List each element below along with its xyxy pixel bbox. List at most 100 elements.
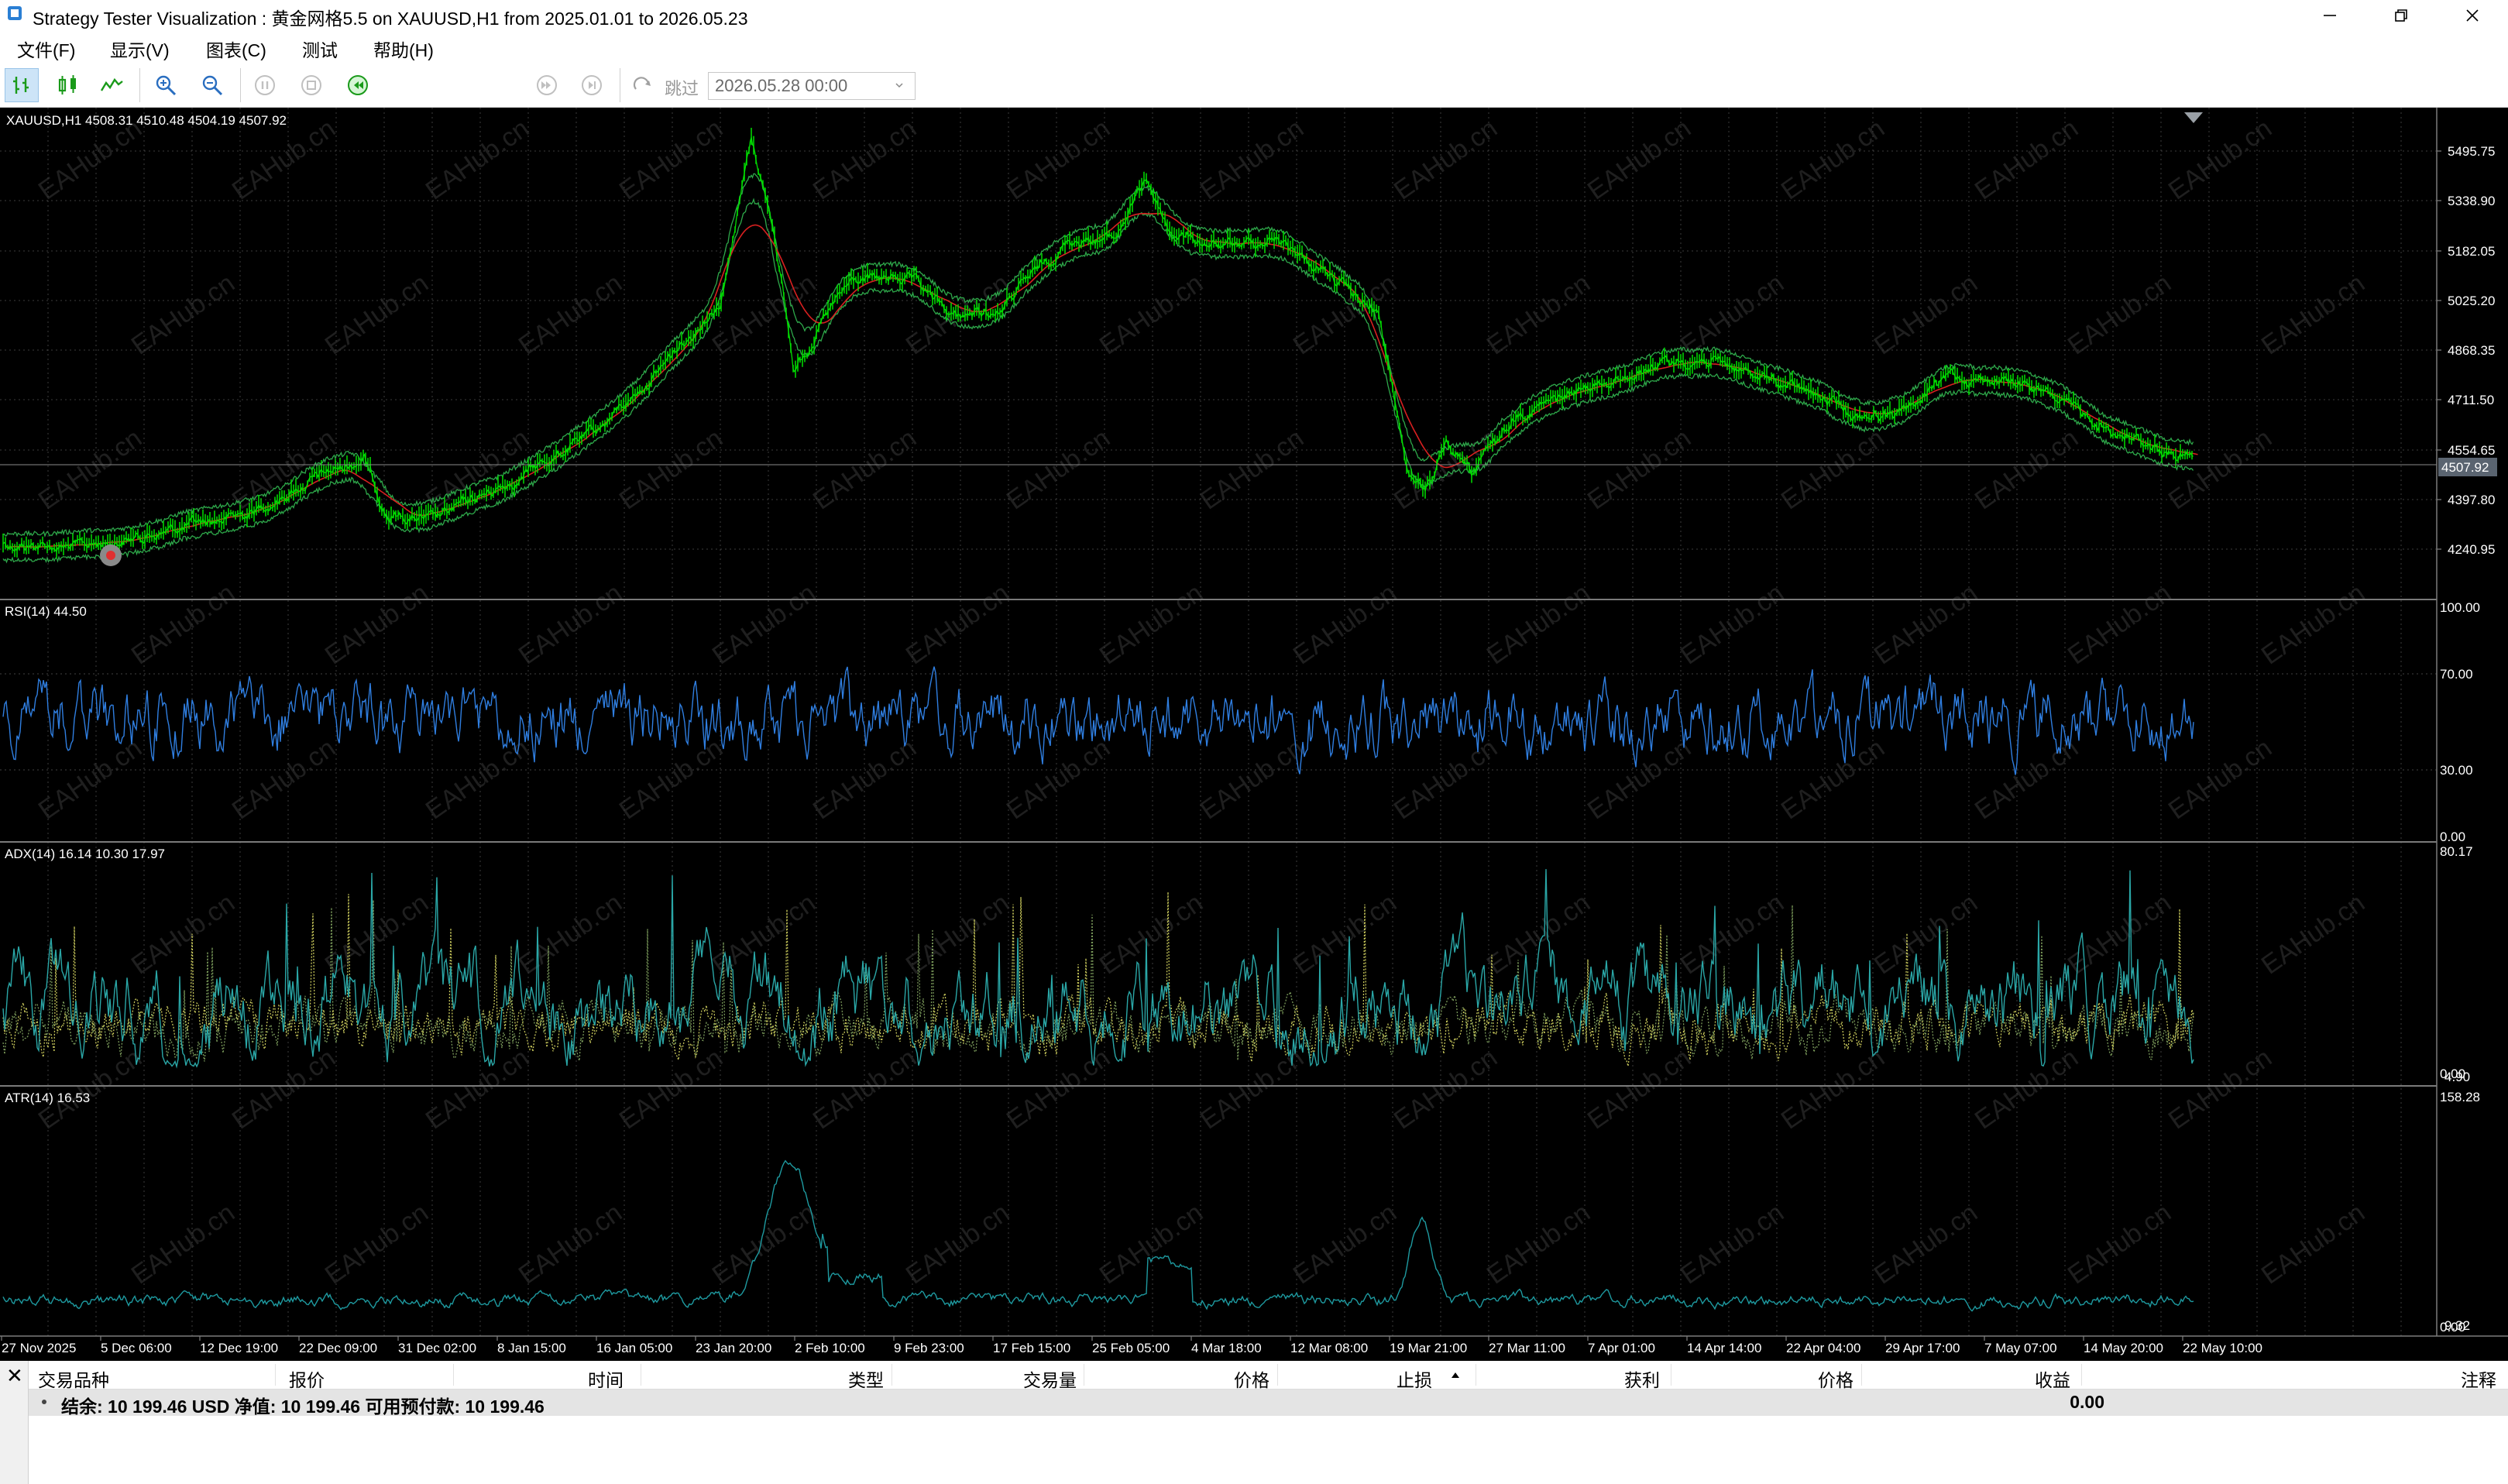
step-button[interactable] <box>575 68 609 102</box>
col-price[interactable]: 价格 <box>1234 1365 1269 1392</box>
pause-button[interactable] <box>248 68 282 102</box>
toolbox-close-button[interactable]: ✕ <box>0 1361 29 1484</box>
time-tick-label: 29 Apr 17:00 <box>1885 1341 1960 1355</box>
menu-bar: 文件(F) 显示(V) 图表(C) 测试 帮助(H) <box>0 31 2508 62</box>
watermark-text: EAHub.cn <box>1288 888 1402 981</box>
col-type[interactable]: 类型 <box>848 1365 884 1392</box>
adx-pane-label: ADX(14) 16.14 10.30 17.97 <box>5 847 165 861</box>
watermark-text: EAHub.cn <box>1001 424 1115 516</box>
watermark-text: EAHub.cn <box>1001 1043 1115 1135</box>
price-tick-label: 5025.20 <box>2448 294 2495 308</box>
col-comment[interactable]: 注释 <box>2461 1365 2496 1392</box>
rsi-tick-label: 0.00 <box>2440 830 2465 844</box>
balance-row[interactable]: 结余: 10 199.46 USD 净值: 10 199.46 可用预付款: 1… <box>29 1390 2508 1417</box>
line-chart-button[interactable] <box>94 68 129 102</box>
menu-view[interactable]: 显示(V) <box>110 36 170 62</box>
chevron-down-icon[interactable] <box>895 81 903 89</box>
menu-help[interactable]: 帮助(H) <box>373 36 434 62</box>
stop-button[interactable] <box>294 68 328 102</box>
balance-profit: 0.00 <box>2070 1392 2104 1412</box>
price-tick-label: 4868.35 <box>2448 343 2495 358</box>
menu-file[interactable]: 文件(F) <box>17 36 75 62</box>
watermark-text: EAHub.cn <box>320 579 434 671</box>
maximize-button[interactable] <box>2365 0 2437 31</box>
chart-canvas[interactable]: EAHub.cn EAHub.cn EAHub.cn EAHub.cn EAHub.cn… <box>0 108 2508 1361</box>
chart-area[interactable]: EAHub.cn EAHub.cn EAHub.cn EAHub.cn EAHub.cn… <box>0 108 2508 1361</box>
watermark-text: EAHub.cn <box>1970 733 2084 826</box>
trade-table-header: 交易品种 报价 时间 类型 交易量 价格 止损 获利 价格 收益 注释 <box>29 1361 2508 1390</box>
skip-button[interactable] <box>626 68 660 102</box>
menu-test[interactable]: 测试 <box>302 36 338 62</box>
price-tick-label: 5495.75 <box>2448 144 2495 159</box>
watermark-text: EAHub.cn <box>320 269 434 361</box>
skip-date-input[interactable] <box>708 72 916 100</box>
watermark-text: EAHub.cn <box>1001 114 1115 206</box>
watermark-text: EAHub.cn <box>1869 269 1983 361</box>
adx-tick-label: 80.17 <box>2440 844 2473 859</box>
slow-down-button[interactable] <box>341 68 375 102</box>
watermark-text: EAHub.cn <box>1582 114 1696 206</box>
bar-chart-button[interactable] <box>5 68 39 102</box>
minimize-icon <box>2324 15 2336 16</box>
close-button[interactable] <box>2437 0 2508 31</box>
menu-charts[interactable]: 图表(C) <box>206 36 266 62</box>
current-price-label: 4507.92 <box>2441 460 2489 475</box>
watermark-text: EAHub.cn <box>614 1043 728 1135</box>
watermark-text: EAHub.cn <box>126 579 240 671</box>
zoom-in-button[interactable] <box>149 68 183 102</box>
col-volume[interactable]: 交易量 <box>1023 1365 1077 1392</box>
watermark-text: EAHub.cn <box>901 579 1015 671</box>
atr-pane <box>2 1159 2194 1312</box>
watermark-text: EAHub.cn <box>2063 579 2176 671</box>
col-ticket[interactable]: 报价 <box>289 1365 325 1392</box>
column-divider[interactable] <box>275 1364 276 1386</box>
trade-marker[interactable] <box>100 544 122 566</box>
watermark-text: EAHub.cn <box>707 1198 821 1290</box>
rsi-tick-label: 30.00 <box>2440 763 2473 778</box>
watermark-text: EAHub.cn <box>1582 424 1696 516</box>
time-tick-label: 9 Feb 23:00 <box>894 1341 964 1355</box>
watermark-text: EAHub.cn <box>614 424 728 516</box>
close-icon <box>2466 9 2479 22</box>
watermark-text: EAHub.cn <box>1482 1198 1596 1290</box>
envelope-lower <box>2 198 2194 564</box>
atr-pane-label: ATR(14) 16.53 <box>5 1091 90 1105</box>
watermark-text: EAHub.cn <box>1389 733 1503 826</box>
zoom-out-button[interactable] <box>195 68 229 102</box>
watermark-text: EAHub.cn <box>1675 269 1789 361</box>
trade-list-area[interactable] <box>29 1416 2508 1484</box>
column-divider[interactable] <box>453 1364 454 1386</box>
col-symbol[interactable]: 交易品种 <box>38 1365 109 1392</box>
col-take-profit[interactable]: 获利 <box>1624 1365 1660 1392</box>
fast-forward-button[interactable] <box>530 68 564 102</box>
time-tick-label: 12 Mar 08:00 <box>1290 1341 1368 1355</box>
price-tick-label: 4711.50 <box>2448 393 2494 407</box>
chart-shift-marker[interactable] <box>2184 112 2203 123</box>
zoom-out-icon <box>202 75 223 96</box>
time-tick-label: 22 Dec 09:00 <box>299 1341 377 1355</box>
col-price-current[interactable]: 价格 <box>1818 1365 1854 1392</box>
col-time[interactable]: 时间 <box>588 1365 624 1392</box>
zoom-in-icon <box>156 75 177 96</box>
candlestick-button[interactable] <box>51 68 85 102</box>
col-stop-loss[interactable]: 止损 <box>1397 1365 1432 1392</box>
minimize-button[interactable] <box>2294 0 2365 31</box>
price-tick-label: 5338.90 <box>2448 194 2495 208</box>
time-tick-label: 16 Jan 05:00 <box>596 1341 672 1355</box>
watermark-text: EAHub.cn <box>1482 888 1596 981</box>
atr-tick-label: 9.32 <box>2444 1318 2470 1333</box>
app-icon <box>8 6 22 20</box>
column-divider[interactable] <box>1861 1364 1862 1386</box>
skip-icon <box>633 77 651 90</box>
time-tick-label: 31 Dec 02:00 <box>398 1341 476 1355</box>
main-pane-label: XAUUSD,H1 4508.31 4510.48 4504.19 4507.9… <box>6 113 287 128</box>
column-divider[interactable] <box>1277 1364 1278 1386</box>
col-profit[interactable]: 收益 <box>2035 1365 2070 1392</box>
watermark-text: EAHub.cn <box>2256 888 2370 981</box>
watermark-text: EAHub.cn <box>33 424 147 516</box>
time-tick-label: 12 Dec 19:00 <box>200 1341 278 1355</box>
time-tick-label: 2 Feb 10:00 <box>795 1341 865 1355</box>
slow-down-icon <box>348 75 368 95</box>
watermark-text: EAHub.cn <box>1675 888 1789 981</box>
column-divider[interactable] <box>2081 1364 2082 1386</box>
